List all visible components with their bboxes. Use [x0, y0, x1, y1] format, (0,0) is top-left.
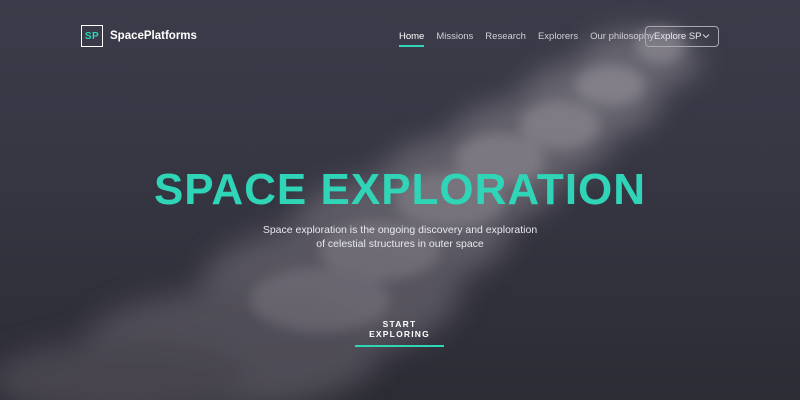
brand-name: SpacePlatforms [110, 30, 197, 42]
explore-sp-label: Explore SP [654, 31, 702, 42]
hero-subtitle-line-1: Space exploration is the ongoing discove… [262, 224, 538, 236]
hero-subtitle: Space exploration is the ongoing discove… [0, 223, 800, 251]
explore-sp-dropdown[interactable]: Explore SP [645, 26, 719, 47]
main-nav: Home Missions Research Explorers Our phi… [399, 31, 654, 47]
hero-title: SPACE EXPLORATION [153, 165, 647, 214]
hero-subtitle-line-2: of celestial structures in outer space [316, 238, 484, 250]
nav-item-explorers[interactable]: Explorers [538, 31, 578, 42]
logo-mark: SP [81, 25, 103, 47]
start-exploring-button[interactable]: START EXPLORING [355, 319, 444, 347]
chevron-down-icon [702, 34, 710, 39]
nav-item-research[interactable]: Research [485, 31, 526, 42]
brand-logo[interactable]: SP SpacePlatforms [81, 25, 197, 47]
nav-item-missions[interactable]: Missions [436, 31, 473, 42]
nav-item-home[interactable]: Home [399, 31, 425, 47]
hero-section: SP SpacePlatforms Home Missions Research… [0, 0, 800, 400]
